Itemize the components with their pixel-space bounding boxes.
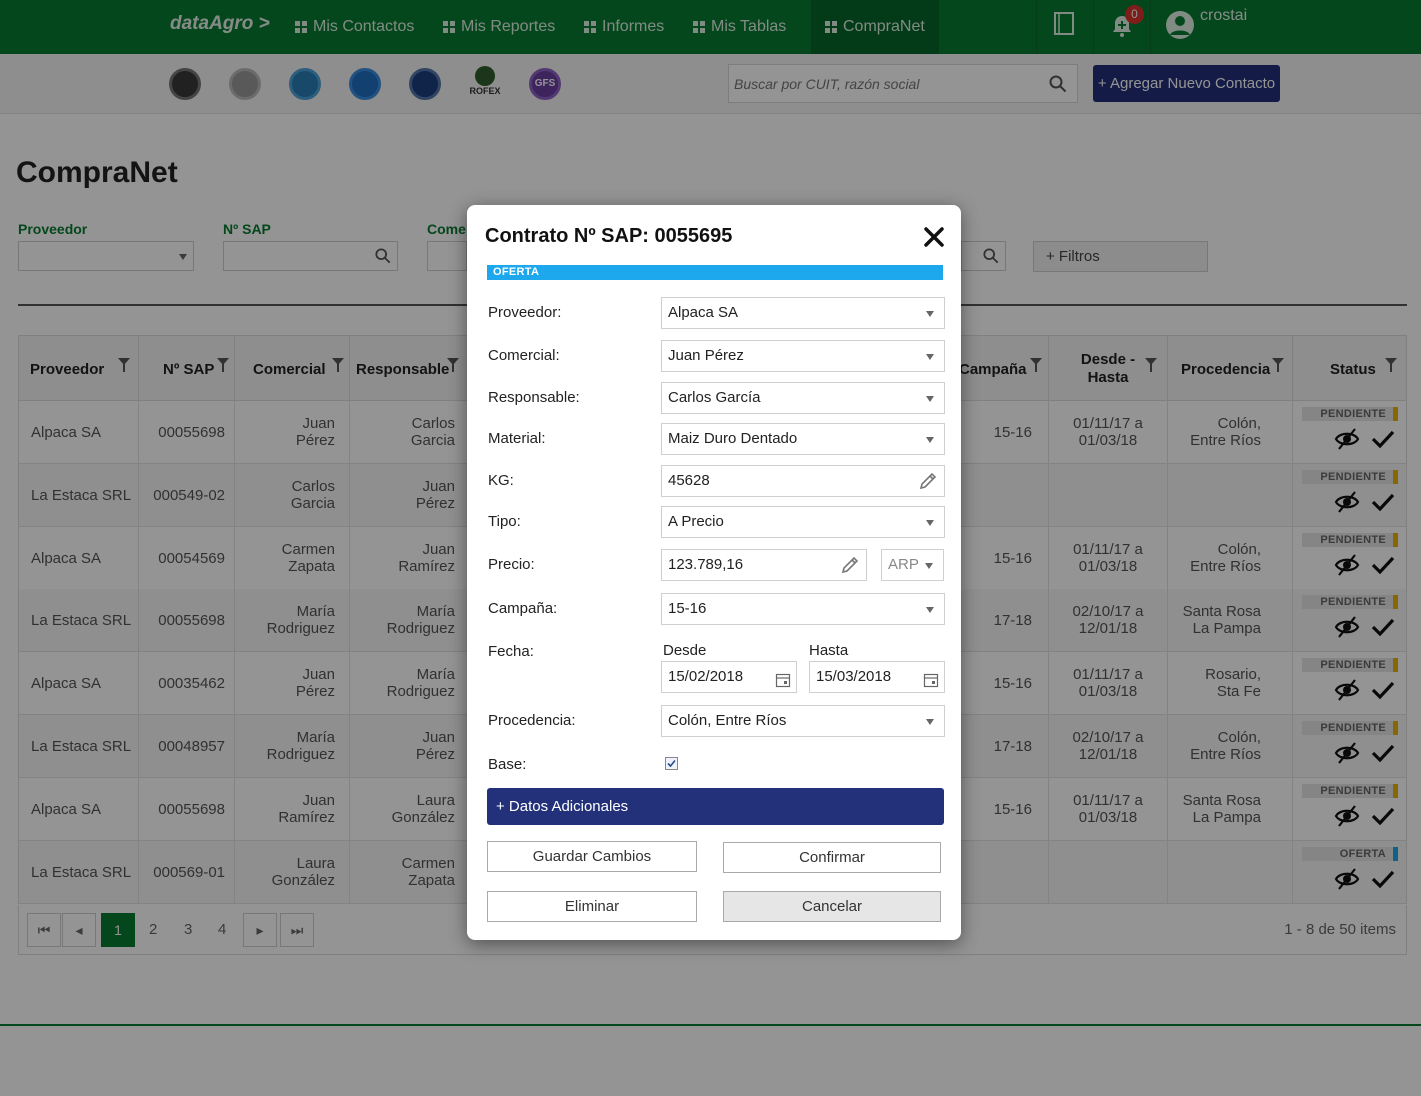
precio-value: 123.789,16	[668, 556, 744, 573]
label-proveedor: Proveedor:	[488, 304, 562, 321]
hasta-value: 15/03/2018	[816, 668, 892, 685]
kg-value: 45628	[668, 472, 710, 489]
base-checkbox[interactable]	[665, 757, 678, 770]
material-value: Maiz Duro Dentado	[668, 430, 798, 447]
proveedor-value: Alpaca SA	[668, 304, 739, 321]
chevron-down-icon	[926, 354, 934, 360]
material-select[interactable]: Maiz Duro Dentado	[661, 423, 945, 455]
chevron-down-icon	[926, 520, 934, 526]
label-fecha: Fecha:	[488, 643, 534, 660]
pencil-icon[interactable]	[918, 471, 938, 502]
label-responsable: Responsable:	[488, 389, 580, 406]
campana-select[interactable]: 15-16	[661, 593, 945, 625]
contract-modal: Contrato Nº SAP: 0055695 OFERTA Proveedo…	[467, 205, 961, 940]
responsable-select[interactable]: Carlos García	[661, 382, 945, 414]
chevron-down-icon	[926, 719, 934, 725]
currency-value: ARP	[888, 556, 919, 573]
label-desde: Desde	[663, 642, 707, 659]
calendar-icon[interactable]	[923, 669, 939, 699]
tipo-value: A Precio	[668, 513, 724, 530]
confirm-button[interactable]: Confirmar	[723, 842, 941, 873]
label-precio: Precio:	[488, 556, 535, 573]
campana-value: 15-16	[668, 600, 707, 617]
delete-button[interactable]: Eliminar	[487, 891, 697, 922]
chevron-down-icon	[926, 396, 934, 402]
chevron-down-icon	[926, 607, 934, 613]
currency-select[interactable]: ARP	[881, 549, 944, 581]
chevron-down-icon	[926, 311, 934, 317]
status-badge: OFERTA	[487, 265, 943, 280]
chevron-down-icon	[925, 563, 933, 569]
precio-input[interactable]: 123.789,16	[661, 549, 867, 581]
chevron-down-icon	[926, 437, 934, 443]
label-comercial: Comercial:	[488, 347, 560, 364]
procedencia-select[interactable]: Colón, Entre Ríos	[661, 705, 945, 737]
pencil-icon[interactable]	[840, 555, 860, 586]
label-tipo: Tipo:	[488, 513, 521, 530]
responsable-value: Carlos García	[668, 389, 761, 406]
procedencia-value: Colón, Entre Ríos	[668, 712, 787, 729]
label-hasta: Hasta	[809, 642, 849, 659]
modal-title: Contrato Nº SAP: 0055695	[485, 225, 733, 247]
comercial-value: Juan Pérez	[668, 347, 744, 364]
check-icon	[667, 759, 676, 768]
tipo-select[interactable]: A Precio	[661, 506, 945, 538]
hasta-date-input[interactable]: 15/03/2018	[809, 661, 945, 693]
kg-input[interactable]: 45628	[661, 465, 945, 497]
label-base: Base:	[488, 756, 527, 773]
cancel-button[interactable]: Cancelar	[723, 891, 941, 922]
save-changes-button[interactable]: Guardar Cambios	[487, 841, 697, 872]
label-procedencia: Procedencia:	[488, 712, 576, 729]
close-icon[interactable]	[923, 226, 945, 248]
proveedor-select[interactable]: Alpaca SA	[661, 297, 945, 329]
desde-value: 15/02/2018	[668, 668, 744, 685]
datos-adicionales-button[interactable]: + Datos Adicionales	[487, 788, 944, 825]
calendar-icon[interactable]	[775, 669, 791, 699]
label-material: Material:	[488, 430, 546, 447]
label-kg: KG:	[488, 472, 514, 489]
desde-date-input[interactable]: 15/02/2018	[661, 661, 797, 693]
label-campana: Campaña:	[488, 600, 558, 617]
comercial-select[interactable]: Juan Pérez	[661, 340, 945, 372]
